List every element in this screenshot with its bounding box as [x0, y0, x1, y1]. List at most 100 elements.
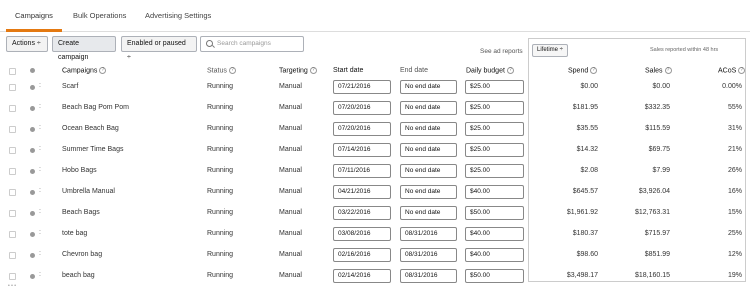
end-date-field[interactable]: No end date [400, 143, 457, 157]
tab-bulk-operations[interactable]: Bulk Operations [73, 11, 126, 20]
row-checkbox[interactable] [9, 105, 16, 112]
campaign-name-link[interactable]: Beach Bags [62, 209, 100, 216]
spend-value: $2.08 [580, 167, 598, 174]
start-date-field[interactable]: 03/22/2016 [333, 206, 391, 220]
campaign-name-link[interactable]: Beach Bag Pom Pom [62, 104, 129, 111]
row-checkbox[interactable] [9, 252, 16, 259]
start-date-field[interactable]: 02/16/2016 [333, 248, 391, 262]
start-date-field[interactable]: 07/21/2016 [333, 80, 391, 94]
row-menu-icon[interactable]: : [39, 250, 41, 257]
help-icon: ? [99, 67, 107, 74]
sales-value: $12,763.31 [634, 209, 670, 216]
end-date-field[interactable]: No end date [400, 164, 457, 178]
daily-budget-field[interactable]: $40.00 [465, 227, 524, 241]
header-spend[interactable]: Spend? [568, 67, 598, 74]
status-dot-icon [30, 85, 35, 90]
header-sales[interactable]: Sales? [645, 67, 672, 74]
row-menu-icon[interactable]: : [39, 82, 41, 89]
see-ad-reports-link[interactable]: See ad reports [480, 48, 523, 55]
search-input[interactable]: Search campaigns [200, 36, 304, 52]
tab-advertising-settings[interactable]: Advertising Settings [145, 11, 211, 20]
row-menu-icon[interactable]: : [39, 124, 41, 131]
tab-campaigns[interactable]: Campaigns [15, 11, 53, 20]
start-date-field[interactable]: 07/11/2016 [333, 164, 391, 178]
row-checkbox[interactable] [9, 273, 16, 280]
row-checkbox[interactable] [9, 231, 16, 238]
row-checkbox[interactable] [9, 168, 16, 175]
row-menu-icon[interactable]: : [39, 208, 41, 215]
header-start-date[interactable]: Start date [333, 67, 363, 74]
daily-budget-field[interactable]: $25.00 [465, 101, 524, 115]
sales-reported-note: Sales reported within 48 hrs [650, 47, 719, 53]
header-daily-budget[interactable]: Daily budget? [466, 67, 514, 74]
campaign-name-link[interactable]: tote bag [62, 230, 87, 237]
daily-budget-field[interactable]: $25.00 [465, 80, 524, 94]
acos-value: 12% [727, 251, 742, 258]
create-campaign-button[interactable]: Create campaign [52, 36, 116, 61]
row-checkbox[interactable] [9, 189, 16, 196]
status-filter-dropdown[interactable]: Enabled or paused ÷ [121, 36, 197, 61]
row-menu-icon[interactable]: : [39, 229, 41, 236]
row-menu-icon[interactable]: : [39, 166, 41, 173]
help-icon: ? [309, 67, 317, 74]
row-menu-icon[interactable]: : [39, 187, 41, 194]
status-dot-icon [30, 106, 35, 111]
status-dot-icon [30, 127, 35, 132]
campaign-name-link[interactable]: Hobo Bags [62, 167, 97, 174]
campaign-name-link[interactable]: Scarf [62, 83, 78, 90]
end-date-field[interactable]: 08/31/2016 [400, 227, 457, 241]
daily-budget-field[interactable]: $40.00 [465, 248, 524, 262]
end-date-field[interactable]: No end date [400, 185, 457, 199]
row-checkbox[interactable] [9, 84, 16, 91]
end-date-field[interactable]: No end date [400, 206, 457, 220]
start-date-field[interactable]: 07/14/2016 [333, 143, 391, 157]
end-date-field[interactable]: No end date [400, 80, 457, 94]
date-range-dropdown[interactable]: Lifetime ÷ [532, 44, 568, 57]
help-icon: ? [590, 67, 598, 74]
daily-budget-field[interactable]: $25.00 [465, 164, 524, 178]
daily-budget-field[interactable]: $50.00 [465, 269, 524, 283]
header-end-date[interactable]: End date [400, 67, 428, 74]
daily-budget-field[interactable]: $50.00 [465, 206, 524, 220]
sales-value: $18,160.15 [634, 272, 670, 279]
acos-value: 16% [727, 188, 742, 195]
campaign-name-link[interactable]: beach bag [62, 272, 95, 279]
acos-value: 21% [727, 146, 742, 153]
end-date-field[interactable]: No end date [400, 122, 457, 136]
row-checkbox[interactable] [9, 147, 16, 154]
acos-value: 55% [727, 104, 742, 111]
row-menu-icon[interactable]: : [39, 103, 41, 110]
row-menu-icon[interactable]: : [39, 271, 41, 278]
select-all-checkbox[interactable] [9, 68, 16, 75]
daily-budget-field[interactable]: $40.00 [465, 185, 524, 199]
row-menu-icon[interactable]: : [39, 145, 41, 152]
start-date-field[interactable]: 07/20/2016 [333, 101, 391, 115]
actions-dropdown[interactable]: Actions ÷ [6, 36, 48, 52]
end-date-field[interactable]: No end date [400, 101, 457, 115]
row-checkbox[interactable] [9, 210, 16, 217]
spend-value: $98.60 [576, 251, 598, 258]
end-date-field[interactable]: 08/31/2016 [400, 269, 457, 283]
header-targeting[interactable]: Targeting? [279, 67, 317, 74]
status-dot-icon [30, 148, 35, 153]
daily-budget-field[interactable]: $25.00 [465, 122, 524, 136]
start-date-field[interactable]: 04/21/2016 [333, 185, 391, 199]
spend-value: $645.57 [572, 188, 598, 195]
campaign-targeting: Manual [279, 209, 302, 216]
row-checkbox[interactable] [9, 126, 16, 133]
campaign-name-link[interactable]: Summer Time Bags [62, 146, 123, 153]
status-dot-icon [30, 190, 35, 195]
header-acos[interactable]: ACoS? [718, 67, 746, 74]
campaign-name-link[interactable]: Ocean Beach Bag [62, 125, 119, 132]
campaign-name-link[interactable]: Chevron bag [62, 251, 102, 258]
header-campaigns[interactable]: Campaigns? [62, 67, 107, 74]
end-date-field[interactable]: 08/31/2016 [400, 248, 457, 262]
campaign-status: Running [207, 83, 234, 90]
start-date-field[interactable]: 02/14/2016 [333, 269, 391, 283]
campaign-name-link[interactable]: Umbrella Manual [62, 188, 115, 195]
campaign-status: Running [207, 251, 234, 258]
start-date-field[interactable]: 07/20/2016 [333, 122, 391, 136]
start-date-field[interactable]: 03/08/2016 [333, 227, 391, 241]
header-status[interactable]: Status? [207, 67, 236, 74]
daily-budget-field[interactable]: $25.00 [465, 143, 524, 157]
